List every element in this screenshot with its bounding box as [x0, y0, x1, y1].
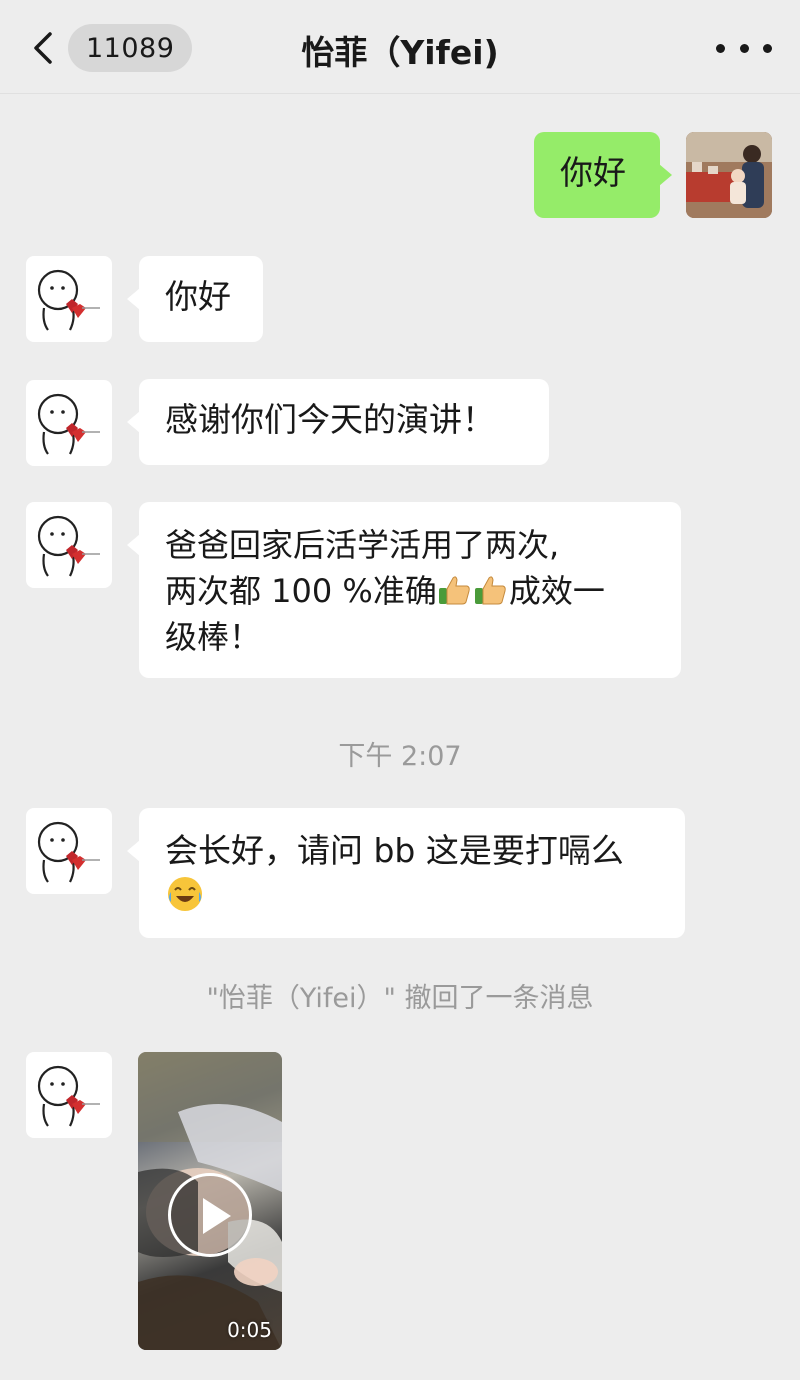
video-duration: 0:05 [227, 1318, 272, 1342]
back-button[interactable]: 11089 [28, 22, 198, 74]
contact-avatar[interactable] [26, 380, 112, 466]
self-avatar[interactable] [686, 132, 772, 218]
message-text-line: 级棒！ [165, 618, 262, 656]
recall-notice: "怡菲（Yifei）" 撤回了一条消息 [206, 983, 594, 1014]
message-text-line: 两次都 100 %准确 成效一 [165, 572, 605, 610]
sticker-person-heart-icon [37, 515, 100, 577]
message-text: 感谢你们今天的演讲！ [165, 400, 495, 439]
unread-count-badge: 11089 [68, 24, 193, 72]
sticker-person-heart-icon [37, 269, 100, 331]
thumbs-up-icon [438, 576, 470, 605]
message-bubble-contact[interactable]: 会长好，请问 bb 这是要打嗝么 [127, 808, 685, 938]
chat-header: 11089 怡菲（Yifei) [0, 0, 800, 94]
avatar-photo-icon [686, 132, 772, 218]
contact-avatar[interactable] [26, 502, 112, 588]
contact-avatar[interactable] [26, 1052, 112, 1138]
message-text: 你好 [165, 277, 231, 316]
contact-avatar[interactable] [26, 808, 112, 894]
contact-avatar[interactable] [26, 256, 112, 342]
message-bubble-contact[interactable]: 感谢你们今天的演讲！ [127, 379, 549, 465]
more-options-button[interactable] [716, 30, 772, 66]
message-text-line: 会长好，请问 bb 这是要打嗝么 [165, 831, 624, 870]
more-dots-icon [716, 43, 725, 53]
timestamp: 下午 2:07 [338, 741, 462, 772]
chevron-left-icon [34, 32, 52, 64]
sticker-person-heart-icon [37, 821, 100, 883]
sticker-person-heart-icon [37, 393, 100, 455]
message-bubble-contact[interactable]: 你好 [127, 256, 263, 342]
laughing-crying-icon [168, 877, 202, 911]
message-text-line: 爸爸回家后活学活用了两次, [165, 526, 560, 564]
sticker-person-heart-icon [37, 1065, 100, 1127]
message-bubble-contact[interactable]: 爸爸回家后活学活用了两次, 两次都 100 %准确 成效一 级棒！ [127, 502, 681, 678]
thumbs-up-icon [474, 576, 506, 605]
message-text: 你好 [560, 153, 626, 192]
play-icon[interactable] [168, 1173, 252, 1257]
message-bubble-self[interactable]: 你好 [534, 132, 672, 218]
video-message-thumbnail[interactable]: 0:05 [138, 1052, 282, 1350]
